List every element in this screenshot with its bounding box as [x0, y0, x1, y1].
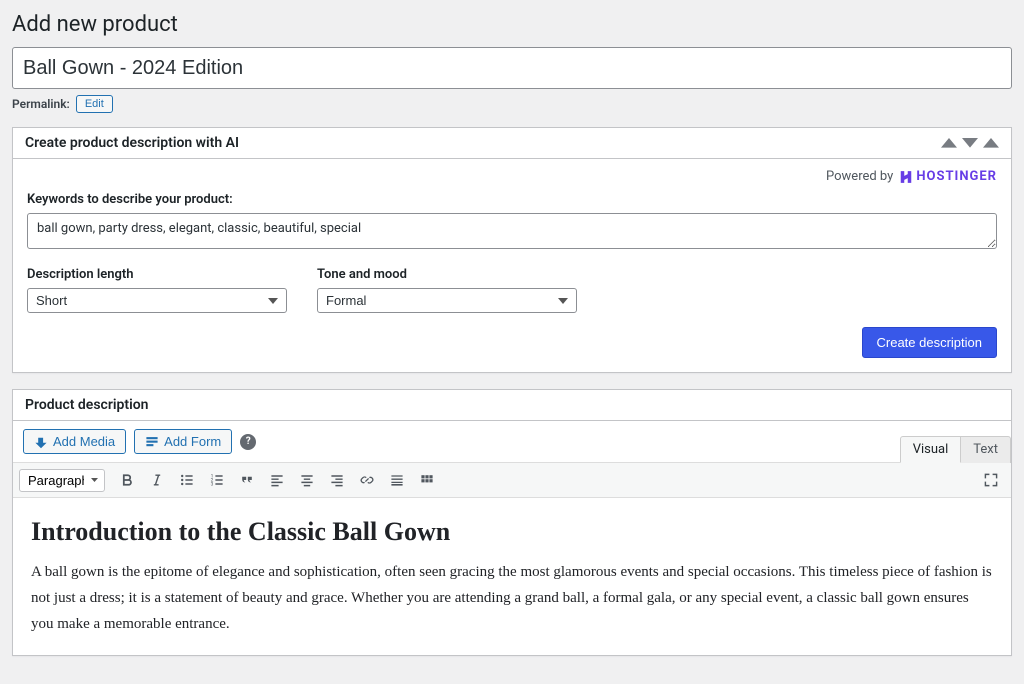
- ai-panel-header: Create product description with AI: [13, 128, 1011, 159]
- tone-mood-select[interactable]: Formal: [317, 288, 577, 313]
- description-length-select[interactable]: Short: [27, 288, 287, 313]
- page-title: Add new product: [12, 12, 1012, 37]
- ai-description-panel: Create product description with AI Power…: [12, 127, 1012, 373]
- permalink-edit-button[interactable]: Edit: [76, 95, 113, 113]
- align-left-icon[interactable]: [263, 467, 291, 493]
- bullet-list-icon[interactable]: [173, 467, 201, 493]
- tone-label: Tone and mood: [317, 267, 577, 282]
- permalink-label: Permalink:: [12, 97, 70, 111]
- tab-visual[interactable]: Visual: [900, 436, 962, 463]
- hostinger-icon: [899, 170, 913, 184]
- paragraph-select[interactable]: Paragraph: [19, 469, 105, 492]
- svg-text:3: 3: [211, 482, 214, 488]
- media-icon: [34, 435, 48, 449]
- content-paragraph: A ball gown is the epitome of elegance a…: [31, 559, 993, 638]
- fullscreen-icon[interactable]: [977, 467, 1005, 493]
- link-icon[interactable]: [353, 467, 381, 493]
- format-toolbar: Paragraph 123: [13, 463, 1011, 498]
- hostinger-brand: HOSTINGER: [899, 169, 997, 184]
- toolbar-toggle-icon[interactable]: [413, 467, 441, 493]
- align-right-icon[interactable]: [323, 467, 351, 493]
- editor-body[interactable]: Introduction to the Classic Ball Gown A …: [13, 498, 1011, 655]
- move-up-icon[interactable]: [941, 135, 957, 151]
- form-icon: [145, 435, 159, 449]
- keywords-label: Keywords to describe your product:: [27, 192, 997, 207]
- keywords-input[interactable]: ball gown, party dress, elegant, classic…: [27, 213, 997, 249]
- bold-icon[interactable]: [113, 467, 141, 493]
- description-panel-title: Product description: [25, 397, 148, 413]
- blockquote-icon[interactable]: [233, 467, 261, 493]
- tab-text[interactable]: Text: [961, 436, 1011, 463]
- collapse-icon[interactable]: [983, 135, 999, 151]
- product-description-panel: Product description Add Media Add Form ?…: [12, 389, 1012, 656]
- move-down-icon[interactable]: [962, 135, 978, 151]
- italic-icon[interactable]: [143, 467, 171, 493]
- help-icon[interactable]: ?: [240, 434, 256, 450]
- add-form-button[interactable]: Add Form: [134, 429, 232, 454]
- powered-by-label: Powered by: [826, 169, 893, 184]
- description-panel-header: Product description: [13, 390, 1011, 421]
- ai-panel-title: Create product description with AI: [25, 135, 239, 151]
- add-media-button[interactable]: Add Media: [23, 429, 126, 454]
- insert-more-icon[interactable]: [383, 467, 411, 493]
- content-heading: Introduction to the Classic Ball Gown: [31, 516, 993, 549]
- create-description-button[interactable]: Create description: [862, 327, 998, 358]
- product-name-input[interactable]: [12, 47, 1012, 89]
- length-label: Description length: [27, 267, 287, 282]
- numbered-list-icon[interactable]: 123: [203, 467, 231, 493]
- align-center-icon[interactable]: [293, 467, 321, 493]
